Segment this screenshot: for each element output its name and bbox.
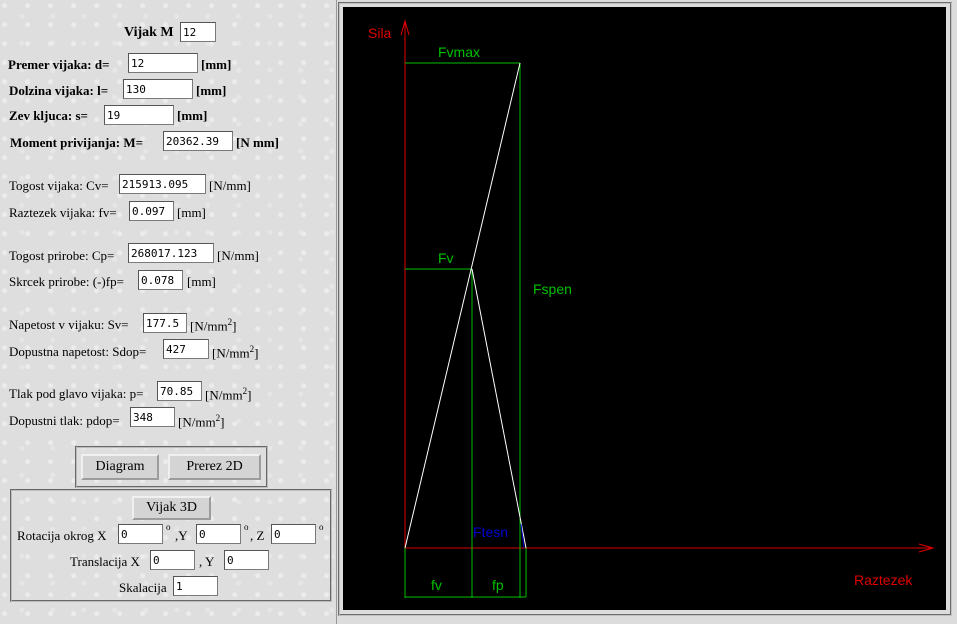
translacija-label: Translacija X: [70, 554, 140, 569]
ftesn-label: Ftesn: [473, 524, 508, 540]
skalacija-input[interactable]: [173, 576, 218, 596]
raztezek-label: Raztezek vijaka: fv=: [9, 205, 117, 220]
flange-stiffness-line: [471, 268, 527, 549]
rotacija-x-input[interactable]: [118, 524, 163, 544]
diagram-svg: Sila Raztezek Fvmax Fv Fspen Ftesn fv fp: [368, 19, 935, 598]
napetost-unit: [N/mm2]: [190, 317, 237, 334]
force-deformation-diagram: Sila Raztezek Fvmax Fv Fspen Ftesn fv fp: [343, 7, 946, 610]
zev-unit: [mm]: [177, 108, 208, 123]
togost-prirobe-unit: [N/mm]: [217, 248, 259, 263]
prerez-2d-button[interactable]: Prerez 2D: [168, 454, 261, 480]
moment-unit: [N mm]: [236, 135, 279, 150]
togost-prirobe-input[interactable]: [128, 243, 214, 263]
togost-vijaka-unit: [N/mm]: [209, 178, 251, 193]
vijak-input[interactable]: [180, 22, 216, 42]
dolzina-unit: [mm]: [196, 83, 227, 98]
dolzina-label: Dolzina vijaka: l=: [9, 83, 109, 98]
premer-input[interactable]: [128, 53, 198, 73]
tlak-input[interactable]: [157, 381, 202, 401]
togost-vijaka-input[interactable]: [119, 174, 206, 194]
dolzina-input[interactable]: [123, 79, 193, 99]
dop-tlak-unit: [N/mm2]: [178, 413, 225, 430]
napetost-label: Napetost v vijaku: Sv=: [9, 317, 129, 332]
translacija-y-input[interactable]: [224, 550, 269, 570]
raztezek-unit: [mm]: [177, 205, 206, 220]
dop-tlak-label: Dopustni tlak: pdop=: [9, 413, 120, 428]
premer-unit: [mm]: [201, 57, 232, 72]
x-axis-label: Raztezek: [854, 572, 913, 588]
bolt-stiffness-line: [404, 62, 521, 549]
dop-napetost-label: Dopustna napetost: Sdop=: [9, 344, 147, 359]
skrcek-unit: [mm]: [187, 274, 216, 289]
vijak-label: Vijak M: [124, 25, 174, 40]
tlak-unit: [N/mm2]: [205, 386, 252, 403]
translacija-y-label: , Y: [199, 554, 215, 569]
fvmax-label: Fvmax: [438, 44, 480, 60]
deg-x: o: [166, 522, 171, 532]
diagram-button[interactable]: Diagram: [81, 454, 159, 480]
rotacija-z-label: , Z: [250, 528, 265, 543]
moment-input[interactable]: [163, 131, 233, 151]
rotacija-y-label: ,Y: [175, 528, 188, 543]
zev-label: Zev kljuca: s=: [9, 108, 88, 123]
napetost-input[interactable]: [143, 313, 187, 333]
skalacija-label: Skalacija: [119, 580, 167, 595]
rotacija-y-input[interactable]: [196, 524, 241, 544]
input-panel: Vijak M Premer vijaka: d= [mm] Dolzina v…: [0, 0, 337, 624]
fv-label: Fv: [438, 250, 454, 266]
tlak-label: Tlak pod glavo vijaka: p=: [9, 386, 144, 401]
dop-napetost-unit: [N/mm2]: [212, 344, 259, 361]
rotacija-z-input[interactable]: [271, 524, 316, 544]
fv-segment-label: fv: [431, 577, 442, 593]
fspen-label: Fspen: [533, 281, 572, 297]
dop-napetost-input[interactable]: [163, 339, 209, 359]
togost-vijaka-label: Togost vijaka: Cv=: [9, 178, 109, 193]
rotacija-label: Rotacija okrog X: [17, 528, 107, 543]
raztezek-input[interactable]: [129, 201, 174, 221]
skrcek-label: Skrcek prirobe: (-)fp=: [9, 274, 124, 289]
deg-z: o: [319, 522, 324, 532]
fp-segment-label: fp: [492, 577, 504, 593]
skrcek-input[interactable]: [138, 270, 183, 290]
zev-input[interactable]: [104, 105, 174, 125]
togost-prirobe-label: Togost prirobe: Cp=: [9, 248, 115, 263]
vijak-3d-button[interactable]: Vijak 3D: [132, 496, 211, 520]
deg-y: o: [244, 522, 249, 532]
dop-tlak-input[interactable]: [130, 407, 175, 427]
translacija-x-input[interactable]: [150, 550, 195, 570]
premer-label: Premer vijaka: d=: [8, 57, 110, 72]
y-axis-label: Sila: [368, 25, 392, 41]
moment-label: Moment privijanja: M=: [10, 135, 144, 150]
